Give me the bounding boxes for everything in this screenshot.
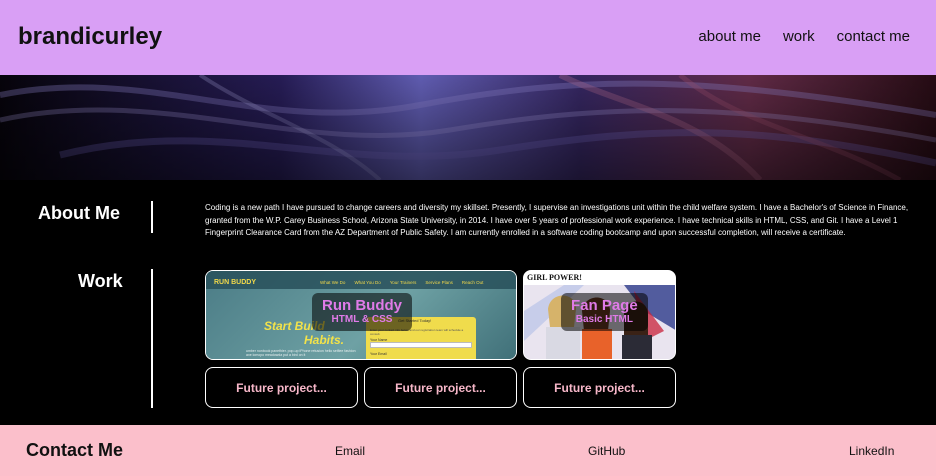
- about-heading: About Me: [38, 203, 120, 223]
- thumb-nav-item: Service Plans: [425, 280, 453, 285]
- project-subtitle: HTML & CSS: [331, 314, 393, 325]
- work-heading: Work: [78, 271, 123, 291]
- thumb-field-label: Your Email: [370, 352, 387, 356]
- thumb-field-box: [370, 342, 472, 348]
- work-divider: [151, 269, 153, 408]
- fan-page-overlay: Fan Page Basic HTML: [561, 293, 648, 331]
- run-buddy-logo: RUN BUDDY: [214, 279, 256, 286]
- project-title: Run Buddy: [322, 297, 402, 314]
- email-link[interactable]: Email: [335, 444, 365, 458]
- project-subtitle: Basic HTML: [575, 314, 633, 325]
- main-nav: about me work contact me: [698, 28, 910, 45]
- future-project-button[interactable]: Future project...: [364, 367, 517, 408]
- run-buddy-overlay: Run Buddy HTML & CSS: [312, 293, 412, 331]
- thumb-nav-item: What We Do: [320, 280, 346, 285]
- about-divider: [151, 201, 153, 233]
- thumb-nav-item: Your Trainers: [389, 280, 417, 285]
- run-buddy-blurb: umber nonbook panethier. pop-up iPhone r…: [246, 349, 356, 358]
- about-text: Coding is a new path I have pursued to c…: [205, 203, 909, 237]
- hero-banner-image: [0, 75, 936, 180]
- future-project-button[interactable]: Future project...: [523, 367, 676, 408]
- nav-about-me[interactable]: about me: [698, 28, 761, 45]
- project-card-run-buddy[interactable]: RUN BUDDY What We Do What You Do Your Tr…: [205, 270, 517, 360]
- run-buddy-thumb-nav: What We Do What You Do Your Trainers Ser…: [320, 280, 483, 285]
- future-project-button[interactable]: Future project...: [205, 367, 358, 408]
- site-brand[interactable]: brandicurley: [18, 23, 162, 51]
- nav-work[interactable]: work: [783, 28, 815, 45]
- linkedin-link[interactable]: LinkedIn: [849, 444, 894, 458]
- run-buddy-headline-2: Habits.: [304, 333, 345, 347]
- contact-heading: Contact Me: [26, 440, 124, 460]
- thumb-nav-item: What You Do: [354, 280, 381, 285]
- thumb-nav-item: Reach Out: [461, 280, 484, 285]
- github-link[interactable]: GitHub: [588, 444, 625, 458]
- project-title: Fan Page: [571, 297, 638, 314]
- site-header: brandicurley about me work contact me: [0, 0, 936, 75]
- project-card-fan-page[interactable]: GIRL POWER! Fan Page Basic HTML: [523, 270, 676, 360]
- site-footer: Contact Me Email GitHub LinkedIn: [0, 425, 936, 476]
- nav-contact-me[interactable]: contact me: [837, 28, 910, 45]
